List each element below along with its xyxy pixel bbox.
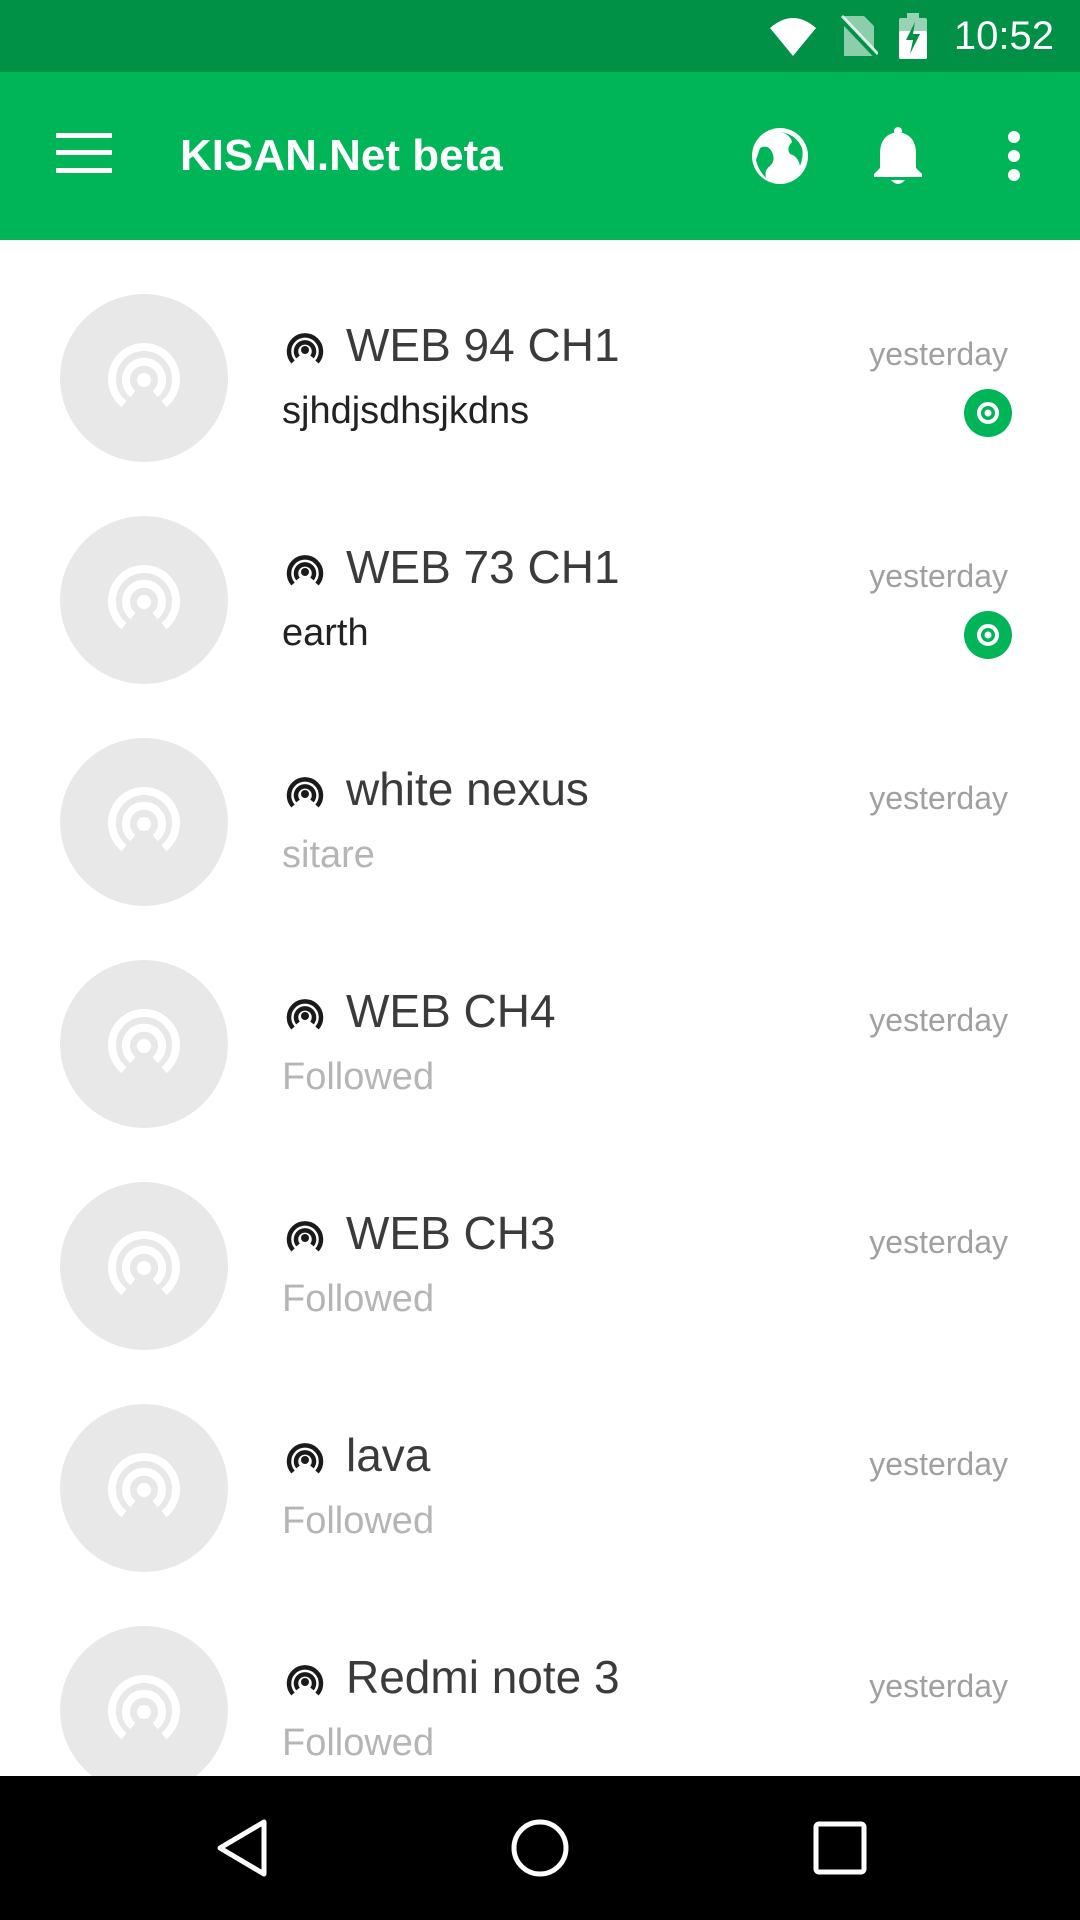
- globe-icon: [752, 128, 808, 184]
- channel-title: Redmi note 3: [346, 1651, 620, 1703]
- menu-button[interactable]: [56, 130, 112, 176]
- broadcast-icon: [282, 769, 328, 815]
- recents-button[interactable]: [770, 1776, 910, 1920]
- channel-row[interactable]: WEB 73 CH1 earth yesterday: [0, 462, 1080, 684]
- channel-time: yesterday: [869, 558, 1008, 594]
- broadcast-icon: [102, 1444, 186, 1532]
- back-icon: [217, 1819, 267, 1877]
- broadcast-icon: [102, 778, 186, 866]
- broadcast-icon: [282, 325, 328, 371]
- more-vert-icon: [1008, 131, 1020, 181]
- more-options-button[interactable]: [972, 72, 1056, 240]
- recents-icon: [813, 1821, 867, 1875]
- channel-title: WEB CH4: [346, 985, 556, 1037]
- channel-title: lava: [346, 1429, 431, 1481]
- channel-time: yesterday: [869, 1446, 1008, 1482]
- channel-row[interactable]: WEB CH3 Followed yesterday: [0, 1128, 1080, 1350]
- broadcast-icon: [102, 1666, 186, 1754]
- notifications-button[interactable]: [856, 72, 940, 240]
- channel-time: yesterday: [869, 780, 1008, 816]
- channel-time: yesterday: [869, 336, 1008, 372]
- channel-subtitle: Followed: [282, 1722, 435, 1764]
- channel-subtitle: Followed: [282, 1056, 435, 1098]
- app-bar: KISAN.Net beta: [0, 72, 1080, 240]
- channel-list[interactable]: WEB 94 CH1 sjhdjsdhsjkdns yesterday WEB 73 …: [0, 240, 1080, 1776]
- broadcast-icon: [282, 1213, 328, 1259]
- channel-avatar: [60, 516, 228, 684]
- home-icon: [511, 1819, 569, 1877]
- home-button[interactable]: [470, 1776, 610, 1920]
- channel-avatar: [60, 1182, 228, 1350]
- channel-time: yesterday: [869, 1224, 1008, 1260]
- status-bar: 10:52: [0, 0, 1080, 72]
- channel-avatar: [60, 294, 228, 462]
- unread-indicator-icon: [964, 389, 1012, 437]
- channel-time: yesterday: [869, 1668, 1008, 1704]
- channel-avatar: [60, 1626, 228, 1776]
- channel-title: white nexus: [346, 763, 589, 815]
- channel-time: yesterday: [869, 1002, 1008, 1038]
- broadcast-icon: [102, 1222, 186, 1310]
- channel-avatar: [60, 960, 228, 1128]
- battery-charging-icon: [898, 13, 928, 59]
- channel-subtitle: earth: [282, 612, 369, 654]
- bell-icon: [874, 127, 922, 184]
- wifi-icon: [768, 14, 818, 58]
- broadcast-icon: [102, 1000, 186, 1088]
- menu-icon: [56, 133, 112, 173]
- broadcast-icon: [282, 1435, 328, 1481]
- channel-subtitle: Followed: [282, 1500, 435, 1542]
- unread-indicator-icon: [964, 611, 1012, 659]
- channel-row[interactable]: lava Followed yesterday: [0, 1350, 1080, 1572]
- system-nav-bar: [0, 1776, 1080, 1920]
- channel-title: WEB 94 CH1: [346, 319, 620, 371]
- channel-row[interactable]: WEB 94 CH1 sjhdjsdhsjkdns yesterday: [0, 240, 1080, 462]
- channel-title: WEB 73 CH1: [346, 541, 620, 593]
- broadcast-icon: [102, 334, 186, 422]
- channel-title: WEB CH3: [346, 1207, 556, 1259]
- no-sim-icon: [838, 14, 878, 58]
- globe-button[interactable]: [738, 72, 822, 240]
- channel-row[interactable]: WEB CH4 Followed yesterday: [0, 906, 1080, 1128]
- status-time: 10:52: [953, 13, 1054, 58]
- broadcast-icon: [102, 556, 186, 644]
- channel-row[interactable]: white nexus sitare yesterday: [0, 684, 1080, 906]
- broadcast-icon: [282, 547, 328, 593]
- channel-subtitle: sitare: [282, 834, 375, 876]
- app-title: KISAN.Net beta: [180, 131, 503, 180]
- channel-row[interactable]: Redmi note 3 Followed yesterday: [0, 1572, 1080, 1776]
- channel-avatar: [60, 1404, 228, 1572]
- channel-avatar: [60, 738, 228, 906]
- back-button[interactable]: [172, 1776, 312, 1920]
- broadcast-icon: [282, 991, 328, 1037]
- broadcast-icon: [282, 1657, 328, 1703]
- channel-subtitle: Followed: [282, 1278, 435, 1320]
- channel-subtitle: sjhdjsdhsjkdns: [282, 390, 530, 432]
